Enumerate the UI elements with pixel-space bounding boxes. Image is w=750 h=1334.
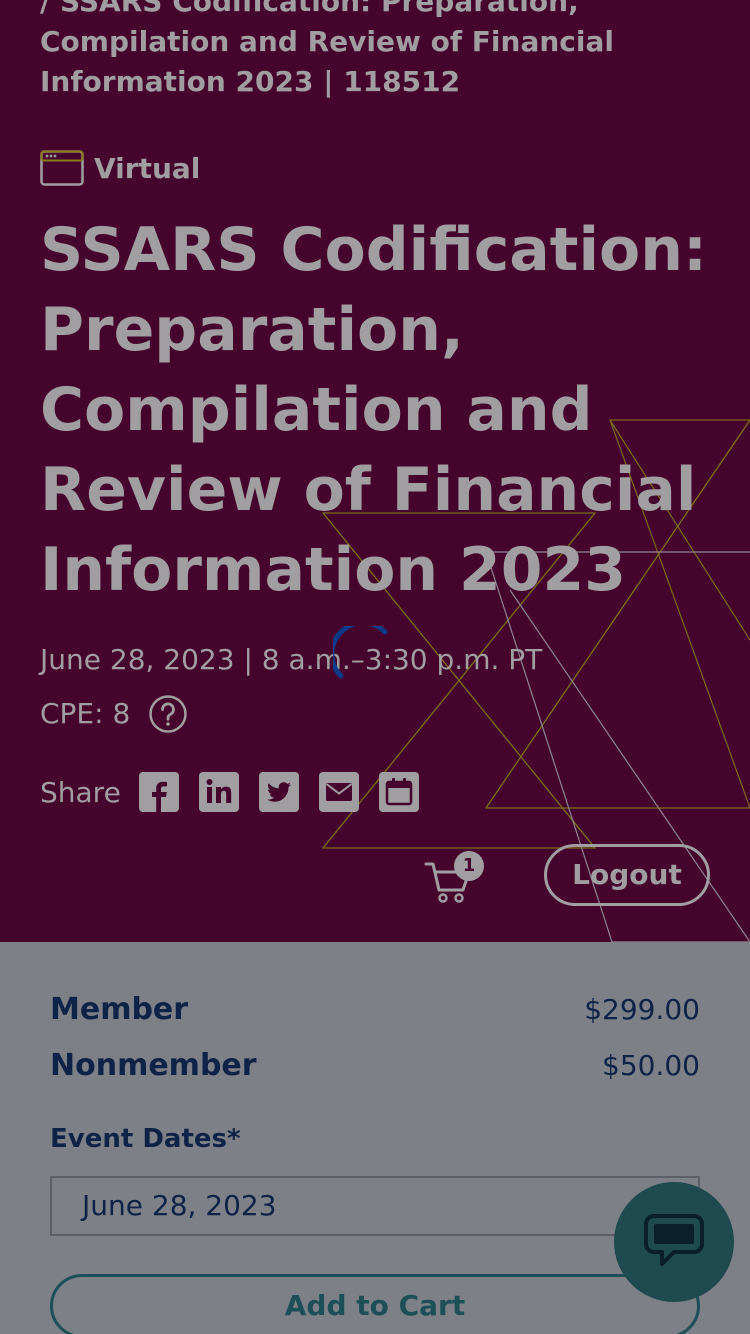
event-date-select[interactable]: June 28, 2023 (50, 1176, 700, 1236)
event-hero: / SSARS Codification: Preparation, Compi… (0, 0, 750, 942)
add-to-cart-button[interactable]: Add to Cart (50, 1274, 700, 1334)
nonmember-label: Nonmember (50, 1048, 257, 1083)
event-format-label: Virtual (94, 151, 201, 185)
member-label: Member (50, 992, 189, 1027)
nonmember-price-row: Nonmember $50.00 (50, 1048, 700, 1083)
breadcrumb[interactable]: / SSARS Codification: Preparation, Compi… (40, 0, 640, 102)
member-price-row: Member $299.00 (50, 992, 700, 1027)
twitter-icon[interactable] (258, 772, 299, 812)
cpe-label: CPE: 8 (40, 697, 131, 730)
chat-button[interactable] (614, 1182, 734, 1302)
cart-count-badge: 1 (454, 851, 484, 881)
loading-spinner-icon (333, 626, 388, 679)
event-format: Virtual (40, 150, 200, 186)
event-dates-label: Event Dates* (50, 1124, 241, 1154)
question-circle-icon[interactable] (148, 694, 188, 734)
breadcrumb-line-2: Compilation and Review of Financial (40, 25, 614, 58)
calendar-icon[interactable] (378, 772, 419, 812)
email-icon[interactable] (318, 772, 359, 812)
share-bar: Share (40, 772, 439, 812)
nonmember-price: $50.00 (602, 1049, 700, 1082)
page-title: SSARS Codification: Preparation, Compila… (40, 215, 707, 605)
linkedin-icon[interactable] (198, 772, 239, 812)
facebook-icon[interactable] (138, 772, 179, 812)
member-price: $299.00 (584, 993, 700, 1026)
logout-button[interactable]: Logout (544, 844, 710, 906)
cpe-info: CPE: 8 (40, 694, 188, 734)
browser-window-icon (40, 150, 84, 186)
share-label: Share (40, 775, 121, 809)
breadcrumb-line-1: / SSARS Codification: Preparation, (40, 0, 579, 18)
chat-bubble-icon (644, 1214, 704, 1266)
event-date-time: June 28, 2023 | 8 a.m.–3:30 p.m. PT (40, 643, 543, 676)
breadcrumb-line-3: Information 2023 | 118512 (40, 65, 461, 98)
